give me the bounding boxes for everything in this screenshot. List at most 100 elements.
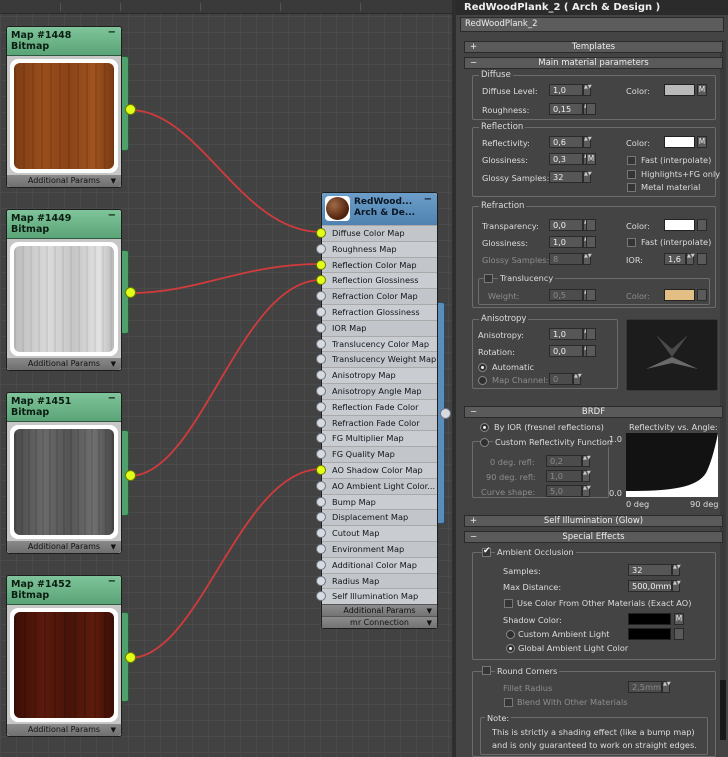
material-slot[interactable]: FG Multiplier Map bbox=[316, 430, 437, 447]
map-node-1448[interactable]: Map #1448 Bitmap − Additional Params ▼ bbox=[6, 26, 122, 188]
transparency-spinner[interactable]: 0,0▲▼ bbox=[549, 219, 592, 231]
reflection-map-m-button[interactable]: M bbox=[697, 136, 707, 148]
expand-arrow-icon[interactable]: ▼ bbox=[111, 724, 116, 736]
additional-params-bar[interactable]: Additional Params ▼ bbox=[7, 541, 121, 553]
spinner-arrows-icon[interactable]: ▲▼ bbox=[583, 253, 592, 265]
slot-socket[interactable] bbox=[316, 291, 326, 302]
slot-socket[interactable] bbox=[316, 528, 326, 539]
slot-socket[interactable] bbox=[316, 228, 326, 238]
rollout-brdf[interactable]: − BRDF bbox=[464, 406, 723, 418]
slot-socket[interactable] bbox=[316, 512, 326, 523]
automatic-radio[interactable] bbox=[478, 363, 487, 372]
output-socket[interactable] bbox=[125, 287, 136, 298]
material-slot[interactable]: Cutout Map bbox=[316, 525, 437, 541]
translucency-checkbox[interactable] bbox=[484, 274, 493, 283]
material-slot[interactable]: Refraction Glossiness Map bbox=[316, 303, 437, 332]
material-slot[interactable]: Reflection Glossiness Map bbox=[316, 272, 437, 300]
expand-arrow-icon[interactable]: ▼ bbox=[111, 541, 116, 553]
refraction-map-button[interactable] bbox=[697, 219, 707, 231]
rollout-main-parameters[interactable]: − Main material parameters bbox=[464, 57, 723, 69]
material-slot[interactable]: Reflection Fade Color Map bbox=[316, 398, 437, 427]
material-slot[interactable]: Refraction Color Map bbox=[316, 288, 437, 304]
output-socket[interactable] bbox=[125, 104, 136, 115]
material-slot[interactable]: Bump Map bbox=[316, 493, 437, 510]
spinner-arrows-icon[interactable]: ▲▼ bbox=[662, 681, 671, 693]
slot-socket[interactable] bbox=[316, 591, 326, 602]
reflection-color-swatch[interactable] bbox=[664, 136, 695, 148]
minimize-icon[interactable]: − bbox=[108, 576, 116, 587]
material-slot[interactable]: Self Illumination Map bbox=[316, 588, 437, 605]
spinner-arrows-icon[interactable]: ▲▼ bbox=[582, 470, 591, 482]
panel-scrollbar[interactable] bbox=[720, 40, 726, 740]
map-channel-spinner[interactable]: 0 ▲▼ bbox=[549, 373, 582, 385]
diffuse-color-swatch[interactable] bbox=[664, 84, 695, 96]
rollout-special-effects[interactable]: − Special Effects bbox=[464, 531, 723, 543]
translucency-map-button[interactable] bbox=[697, 289, 707, 301]
translucency-weight-spinner[interactable]: 0,5▲▼ bbox=[549, 289, 592, 301]
spinner-arrows-icon[interactable]: ▲▼ bbox=[583, 136, 592, 148]
slot-socket[interactable] bbox=[316, 575, 326, 586]
spinner-arrows-icon[interactable]: ▲▼ bbox=[573, 373, 582, 385]
material-slot[interactable]: IOR Map bbox=[316, 319, 437, 336]
rollout-self-illumination[interactable]: + Self Illumination (Glow) bbox=[464, 515, 723, 527]
material-slot[interactable]: Anisotropy Map bbox=[316, 367, 437, 383]
ior-map-button[interactable] bbox=[697, 253, 707, 265]
slot-socket[interactable] bbox=[316, 306, 326, 317]
deg0-spinner[interactable]: 0,2 ▲▼ bbox=[546, 455, 591, 467]
slot-socket[interactable] bbox=[316, 338, 326, 349]
refraction-fast-checkbox[interactable] bbox=[627, 238, 636, 247]
slot-socket[interactable] bbox=[316, 322, 326, 333]
material-slot[interactable]: Displacement Map bbox=[316, 509, 437, 526]
slot-socket[interactable] bbox=[316, 449, 326, 460]
spinner-arrows-icon[interactable]: ▲▼ bbox=[582, 455, 591, 467]
round-corners-checkbox[interactable] bbox=[482, 666, 491, 675]
slot-socket[interactable] bbox=[316, 496, 326, 507]
material-slot[interactable]: Anisotropy Angle Map bbox=[316, 382, 437, 399]
slot-socket[interactable] bbox=[316, 259, 326, 270]
spinner-arrows-icon[interactable]: ▲▼ bbox=[672, 564, 681, 576]
slot-socket[interactable] bbox=[316, 354, 326, 365]
slot-socket[interactable] bbox=[316, 243, 326, 254]
global-ambient-radio[interactable] bbox=[506, 644, 515, 653]
custom-ambient-map-button[interactable] bbox=[674, 628, 684, 640]
reflection-samples-spinner[interactable]: 32 ▲▼ bbox=[549, 171, 592, 183]
metal-material-checkbox[interactable] bbox=[627, 183, 636, 192]
ao-samples-spinner[interactable]: 32 ▲▼ bbox=[628, 564, 681, 576]
material-slot[interactable]: Environment Map bbox=[316, 540, 437, 557]
custom-ambient-swatch[interactable] bbox=[628, 628, 671, 640]
spinner-arrows-icon[interactable]: ▲▼ bbox=[672, 580, 681, 592]
material-slot[interactable]: Refraction Fade Color Map bbox=[316, 414, 437, 443]
node-editor-canvas[interactable]: Map #1448 Bitmap − Additional Params ▼ Map … bbox=[0, 0, 452, 757]
diffuse-map-m-button[interactable]: M bbox=[697, 84, 707, 96]
slot-socket[interactable] bbox=[316, 417, 326, 428]
reflectivity-spinner[interactable]: 0,6 ▲▼ bbox=[549, 136, 592, 148]
slot-socket[interactable] bbox=[316, 385, 326, 396]
shadow-color-map-m-button[interactable]: M bbox=[674, 613, 684, 625]
map-channel-radio[interactable] bbox=[478, 376, 487, 385]
material-slot[interactable]: Additional Color Map bbox=[316, 556, 437, 573]
map-node-1452[interactable]: Map #1452 Bitmap − Additional Params ▼ bbox=[6, 575, 122, 737]
material-slot[interactable]: Radius Map bbox=[316, 572, 437, 589]
fillet-radius-spinner[interactable]: 2,5mm ▲▼ bbox=[628, 681, 671, 693]
transparency-map-button[interactable] bbox=[586, 219, 596, 231]
custom-ambient-radio[interactable] bbox=[506, 630, 515, 639]
mr-connection-bar[interactable]: mr Connection ▼ bbox=[322, 616, 437, 629]
material-slot[interactable]: AO Shadow Color Map bbox=[316, 461, 437, 478]
spinner-arrows-icon[interactable]: ▲▼ bbox=[686, 253, 695, 265]
highlights-fg-checkbox[interactable] bbox=[627, 170, 636, 179]
curve-shape-spinner[interactable]: 5,0 ▲▼ bbox=[546, 485, 591, 497]
refraction-color-swatch[interactable] bbox=[664, 219, 695, 231]
refraction-glossiness-spinner[interactable]: 1,0▲▼ bbox=[549, 236, 592, 248]
ambient-occlusion-checkbox[interactable] bbox=[482, 546, 491, 557]
additional-params-bar[interactable]: Additional Params ▼ bbox=[322, 604, 437, 617]
blend-other-materials-checkbox[interactable] bbox=[504, 698, 513, 707]
output-socket[interactable] bbox=[125, 470, 136, 481]
anisotropy-map-button[interactable] bbox=[586, 328, 596, 340]
material-slot[interactable]: AO Ambient Light Color... bbox=[316, 477, 437, 494]
diffuse-level-spinner[interactable]: 1,0 ▲▼ bbox=[549, 84, 592, 96]
glossiness-map-m-button[interactable]: M bbox=[586, 153, 596, 165]
minimize-icon[interactable]: − bbox=[108, 27, 116, 38]
material-slot[interactable]: Reflection Color Map bbox=[316, 256, 437, 273]
custom-reflectivity-radio[interactable] bbox=[480, 438, 489, 447]
anisotropy-spinner[interactable]: 1,0▲▼ bbox=[549, 328, 592, 340]
